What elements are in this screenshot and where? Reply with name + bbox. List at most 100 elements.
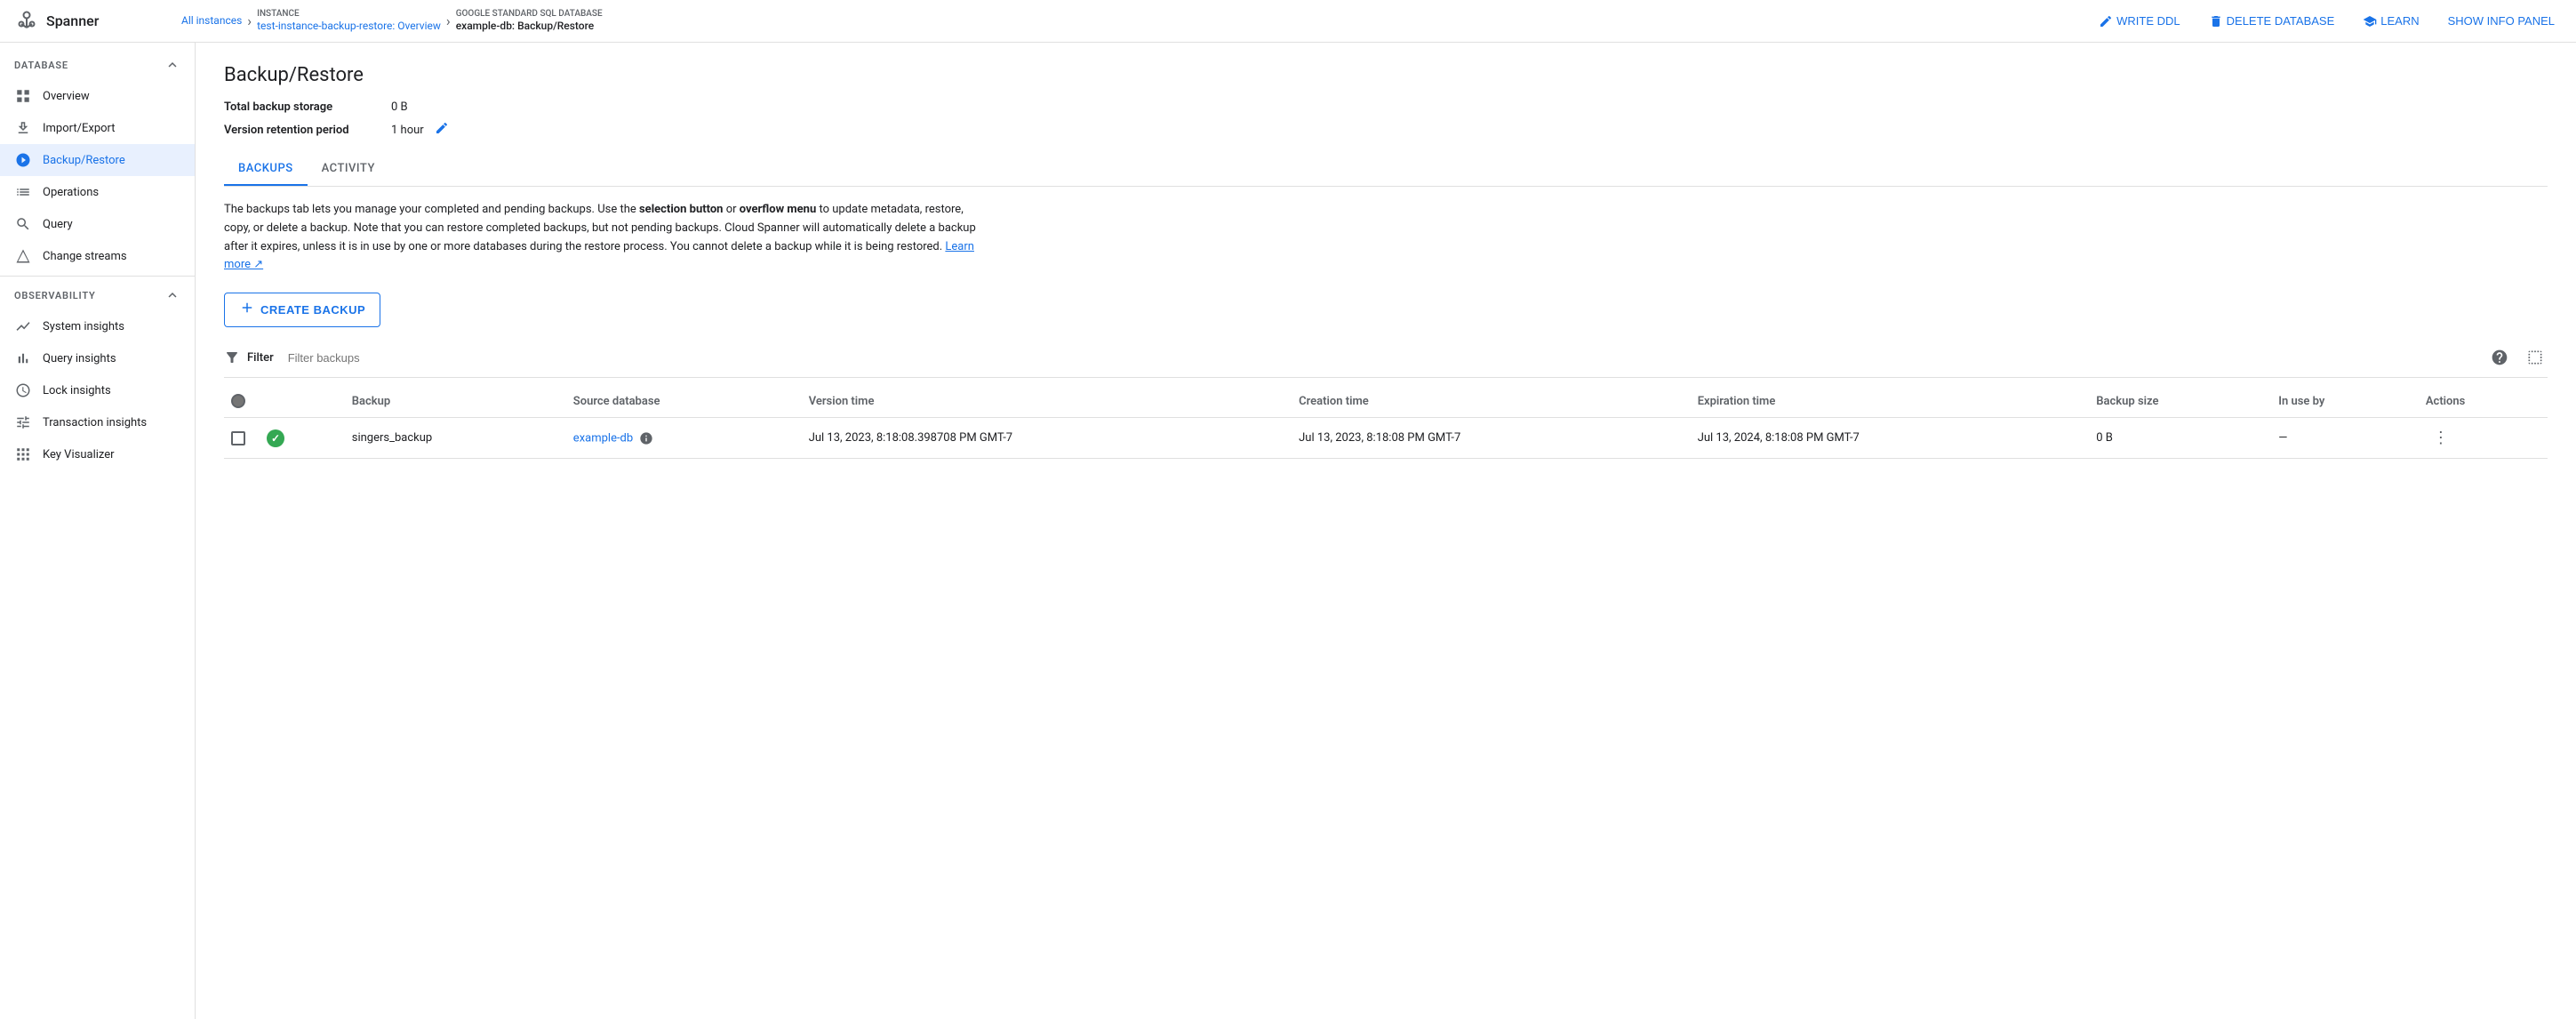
bar-chart-icon: [14, 349, 32, 367]
table-header-backup: Backup: [341, 385, 563, 418]
observability-section-label: OBSERVABILITY: [14, 290, 96, 301]
sidebar-item-transaction-insights[interactable]: Transaction insights: [0, 406, 195, 438]
row-actions-button[interactable]: ⋮: [2426, 427, 2456, 449]
row-status-cell: [256, 418, 341, 459]
sidebar-item-query[interactable]: Query: [0, 208, 195, 240]
version-retention-value: 1 hour: [391, 124, 424, 137]
filter-input[interactable]: [288, 351, 2480, 365]
sidebar-lock-insights-label: Lock insights: [43, 384, 111, 397]
table-header-expiration-time: Expiration time: [1687, 385, 2086, 418]
help-icon-button[interactable]: [2487, 345, 2512, 370]
total-backup-label: Total backup storage: [224, 100, 384, 114]
grid-small-icon: [14, 445, 32, 463]
top-nav: Spanner All instances › INSTANCE test-in…: [0, 0, 2576, 43]
expiration-time-value: Jul 13, 2024, 8:18:08 PM GMT-7: [1698, 431, 1860, 445]
backup-size-value: 0 B: [2096, 431, 2113, 445]
sidebar-operations-label: Operations: [43, 186, 99, 199]
sidebar-item-key-visualizer[interactable]: Key Visualizer: [0, 438, 195, 470]
info-text-part1: The backups tab lets you manage your com…: [224, 203, 639, 216]
breadcrumb-all-instances[interactable]: All instances: [181, 14, 242, 27]
filter-icons: [2487, 345, 2548, 370]
info-bold-overflow: overflow menu: [740, 203, 816, 216]
chevron-up-icon: [164, 57, 180, 73]
table-header-backup-size: Backup size: [2085, 385, 2268, 418]
backup-name: singers_backup: [352, 431, 432, 445]
sidebar-item-overview[interactable]: Overview: [0, 80, 195, 112]
info-box: The backups tab lets you manage your com…: [224, 201, 988, 275]
table-header-checkbox: [224, 385, 256, 418]
tab-activity[interactable]: ACTIVITY: [308, 153, 389, 186]
content-area: Backup/Restore Total backup storage 0 B …: [196, 43, 2576, 1019]
show-info-panel-button[interactable]: SHOW INFO PANEL: [2441, 9, 2562, 33]
chart-icon: [14, 317, 32, 335]
trash-icon: [2209, 14, 2223, 28]
row-expiration-time-cell: Jul 13, 2024, 8:18:08 PM GMT-7: [1687, 418, 2086, 459]
chevron-up-obs-icon: [164, 287, 180, 303]
status-success-icon: [267, 429, 284, 447]
pencil-icon: [2099, 14, 2113, 28]
table-row: singers_backup example-db Jul 13, 2023, …: [224, 418, 2548, 459]
delete-database-label: DELETE DATABASE: [2227, 14, 2335, 28]
sidebar-divider: [0, 276, 195, 277]
sidebar: DATABASE Overview Import/Export Backup/R…: [0, 43, 196, 1019]
database-section-header[interactable]: DATABASE: [0, 50, 195, 80]
row-backup-size-cell: 0 B: [2085, 418, 2268, 459]
table-header-version-time: Version time: [798, 385, 1288, 418]
grid-icon: [14, 87, 32, 105]
create-backup-label: CREATE BACKUP: [260, 303, 365, 317]
sidebar-item-backup-restore[interactable]: Backup/Restore: [0, 144, 195, 176]
row-checkbox[interactable]: [231, 431, 245, 445]
row-in-use-by-cell: —: [2268, 418, 2415, 459]
table-header-actions: Actions: [2415, 385, 2548, 418]
breadcrumb-db-label: GOOGLE STANDARD SQL DATABASE: [456, 9, 603, 20]
sidebar-item-operations[interactable]: Operations: [0, 176, 195, 208]
write-ddl-button[interactable]: WRITE DDL: [2092, 9, 2188, 34]
sidebar-item-query-insights[interactable]: Query insights: [0, 342, 195, 374]
table-header-status: [256, 385, 341, 418]
page-title: Backup/Restore: [224, 64, 2548, 86]
sidebar-item-lock-insights[interactable]: Lock insights: [0, 374, 195, 406]
sidebar-key-visualizer-label: Key Visualizer: [43, 448, 115, 461]
breadcrumb-db-name: example-db: Backup/Restore: [456, 20, 603, 32]
table-header-in-use-by: In use by: [2268, 385, 2415, 418]
sidebar-transaction-insights-label: Transaction insights: [43, 416, 147, 429]
filter-bar: Filter: [224, 345, 2548, 378]
sidebar-item-change-streams[interactable]: Change streams: [0, 240, 195, 272]
row-backup-name-cell: singers_backup: [341, 418, 563, 459]
source-db-info-icon[interactable]: [639, 431, 653, 445]
info-bold-selection: selection button: [639, 203, 723, 216]
tabs: BACKUPS ACTIVITY: [224, 153, 2548, 187]
header-checkbox[interactable]: [231, 394, 245, 408]
app-logo: Spanner: [14, 9, 174, 34]
row-actions-cell: ⋮: [2415, 418, 2548, 459]
tab-backups[interactable]: BACKUPS: [224, 153, 308, 186]
database-section-label: DATABASE: [14, 60, 68, 71]
search-icon: [14, 215, 32, 233]
source-db-link[interactable]: example-db: [573, 431, 636, 445]
show-info-panel-label: SHOW INFO PANEL: [2448, 14, 2555, 28]
version-retention-label: Version retention period: [224, 124, 384, 137]
spanner-logo-icon: [14, 9, 39, 34]
filter-label: Filter: [247, 351, 274, 365]
edit-version-retention-button[interactable]: [435, 121, 449, 139]
main-layout: DATABASE Overview Import/Export Backup/R…: [0, 43, 2576, 1019]
triangle-icon: [14, 247, 32, 265]
sidebar-item-import-export[interactable]: Import/Export: [0, 112, 195, 144]
backup-table: Backup Source database Version time Crea…: [224, 385, 2548, 459]
breadcrumb-instance-name[interactable]: test-instance-backup-restore: Overview: [257, 20, 441, 32]
sidebar-query-insights-label: Query insights: [43, 352, 116, 365]
sidebar-import-export-label: Import/Export: [43, 122, 116, 135]
delete-database-button[interactable]: DELETE DATABASE: [2202, 9, 2342, 34]
sidebar-item-system-insights[interactable]: System insights: [0, 310, 195, 342]
info-text-part2: or: [723, 203, 739, 216]
observability-section-header[interactable]: OBSERVABILITY: [0, 280, 195, 310]
sidebar-change-streams-label: Change streams: [43, 250, 127, 263]
filter-icon: [224, 349, 240, 365]
top-actions: WRITE DDL DELETE DATABASE LEARN SHOW INF…: [2092, 9, 2562, 34]
sidebar-overview-label: Overview: [43, 90, 90, 103]
upload-icon: [14, 119, 32, 137]
write-ddl-label: WRITE DDL: [2116, 14, 2180, 28]
create-backup-button[interactable]: CREATE BACKUP: [224, 293, 380, 327]
columns-icon-button[interactable]: [2523, 345, 2548, 370]
learn-button[interactable]: LEARN: [2356, 9, 2426, 34]
